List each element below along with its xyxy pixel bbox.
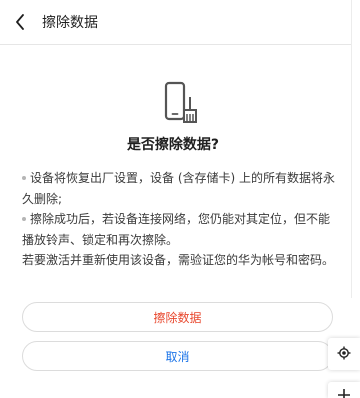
page-title: 擦除数据: [42, 15, 98, 31]
scrollbar[interactable]: [351, 0, 360, 298]
verification-note: 若要激活并重新使用该设备，需验证您的华为帐号和密码。: [22, 253, 335, 267]
plus-icon: [337, 382, 351, 398]
bullet-item-1: 设备将恢复出厂设置，设备 (含存储卡) 上的所有数据将永久删除;: [22, 168, 337, 210]
phone-with-broom-icon: [160, 80, 200, 126]
bullet-dot: [22, 216, 26, 221]
cancel-button[interactable]: 取消: [22, 341, 333, 371]
erase-question: 是否擦除数据?: [126, 137, 220, 153]
locate-button[interactable]: [328, 338, 360, 370]
bullet-text: 设备将恢复出厂设置，设备 (含存储卡) 上的所有数据将永久删除;: [22, 171, 335, 206]
back-button[interactable]: [0, 0, 40, 44]
zoom-in-button[interactable]: [328, 382, 360, 398]
locate-icon: [337, 345, 351, 364]
chevron-left-icon: [15, 14, 25, 30]
bullet-dot: [22, 175, 26, 180]
erase-data-button[interactable]: 擦除数据: [22, 302, 333, 332]
bullet-item-2: 擦除成功后，若设备连接网络，您仍能对其定位，但不能播放铃声、锁定和再次擦除。: [22, 209, 337, 251]
bullet-text: 擦除成功后，若设备连接网络，您仍能对其定位，但不能播放铃声、锁定和再次擦除。: [22, 212, 331, 247]
header: 擦除数据: [0, 0, 360, 45]
